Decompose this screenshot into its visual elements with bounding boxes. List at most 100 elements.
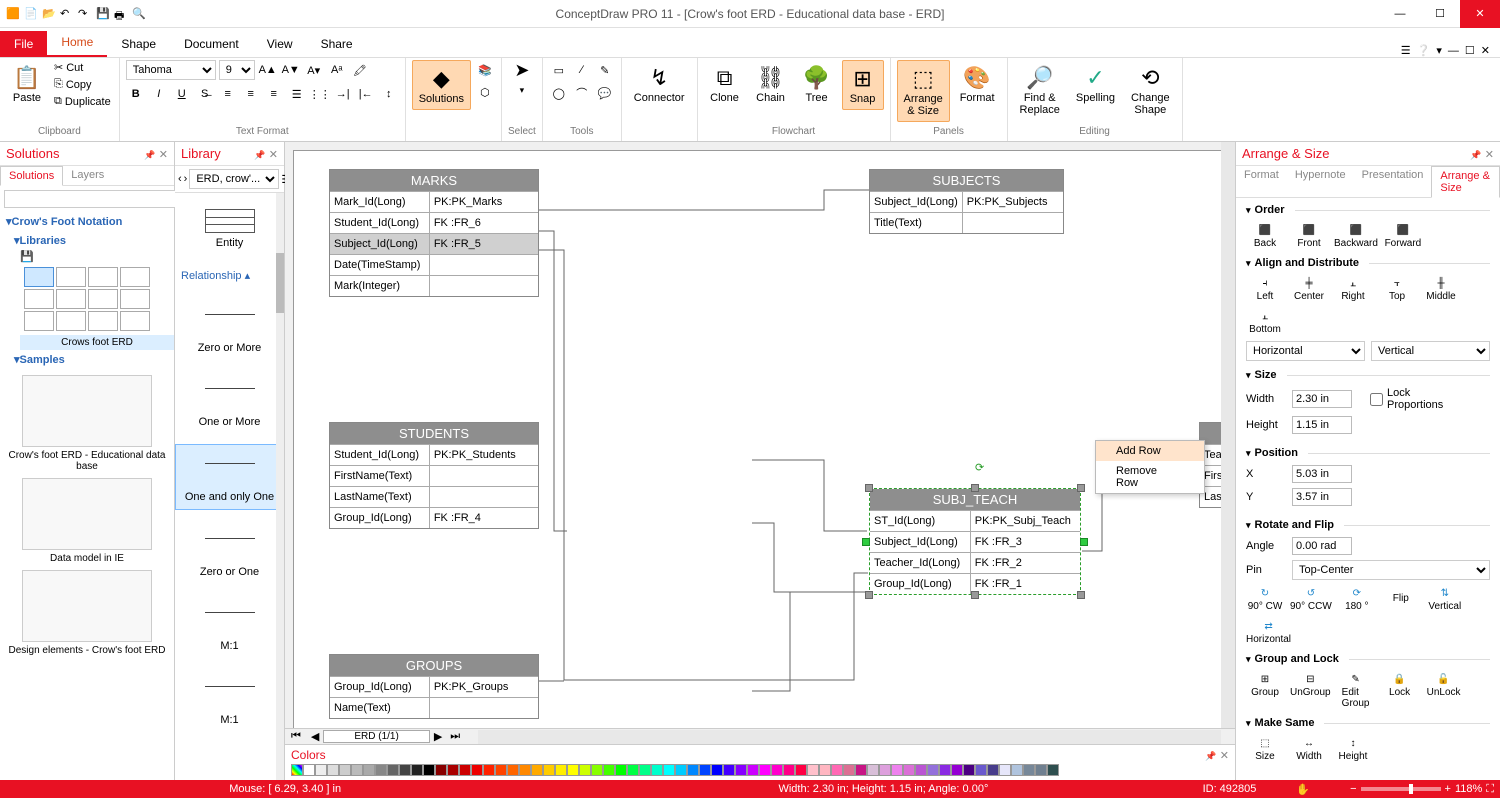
vertical-scrollbar[interactable] <box>1221 142 1235 728</box>
zero-or-one-stencil[interactable]: Zero or One <box>175 520 284 584</box>
tab-shape[interactable]: Shape <box>107 31 170 57</box>
duplicate-button[interactable]: ⧉Duplicate <box>52 94 113 109</box>
group-button[interactable]: ⊞Group <box>1246 671 1284 709</box>
color-swatch[interactable] <box>1011 764 1023 776</box>
bring-front-button[interactable]: ⬛Front <box>1290 222 1328 249</box>
resize-handle[interactable] <box>1077 591 1085 599</box>
presentation-tab[interactable]: Presentation <box>1354 166 1432 197</box>
same-height-button[interactable]: ↕Height <box>1334 735 1372 762</box>
color-swatch[interactable] <box>1047 764 1059 776</box>
color-swatch[interactable] <box>567 764 579 776</box>
color-swatch[interactable] <box>783 764 795 776</box>
order-section[interactable]: Order <box>1246 204 1490 216</box>
rotate-180-button[interactable]: ⟳180 ° <box>1338 585 1376 612</box>
same-size-button[interactable]: ⬚Size <box>1246 735 1284 762</box>
pin-icon[interactable]: 📌 <box>1205 751 1216 761</box>
samples-item[interactable]: ▾ Samples <box>0 350 174 369</box>
ungroup-button[interactable]: ⊟UnGroup <box>1290 671 1331 709</box>
unlock-button[interactable]: 🔓UnLock <box>1425 671 1463 709</box>
lib-thumb[interactable] <box>88 267 118 287</box>
lib-thumb[interactable] <box>56 267 86 287</box>
arrange-size-tab[interactable]: Arrange & Size <box>1431 166 1500 198</box>
zoom-in-icon[interactable]: + <box>1445 783 1451 795</box>
lib-thumb[interactable] <box>56 289 86 309</box>
text-tool-icon[interactable]: 💬 <box>595 83 615 103</box>
qat-open-icon[interactable]: 📂 <box>42 7 56 21</box>
first-sheet-icon[interactable]: ⏮ <box>285 730 307 743</box>
font-family-combo[interactable]: Tahoma <box>126 60 216 80</box>
solutions-tab[interactable]: Solutions <box>0 166 63 186</box>
help-icon[interactable]: ❔ <box>1417 44 1431 57</box>
lock-button[interactable]: 🔒Lock <box>1381 671 1419 709</box>
save-lib-icon[interactable]: 💾 <box>20 251 34 263</box>
ribbon-menu-icon[interactable]: ☰ <box>1401 44 1411 57</box>
color-swatch[interactable] <box>987 764 999 776</box>
sample-item[interactable]: Design elements - Crow's foot ERD <box>4 570 170 656</box>
maximize-button[interactable]: ☐ <box>1420 0 1460 28</box>
zoom-value[interactable]: 118% <box>1455 783 1482 795</box>
minimize-button[interactable]: — <box>1380 0 1420 28</box>
rotate-ccw-button[interactable]: ↺90° CCW <box>1290 585 1332 612</box>
resize-handle[interactable] <box>971 484 979 492</box>
solutions-search-input[interactable] <box>4 190 183 208</box>
close-panel-icon[interactable]: ✕ <box>1485 149 1494 161</box>
distribute-vertical-combo[interactable]: Vertical <box>1371 341 1490 361</box>
font-color-icon[interactable]: A▾ <box>304 60 324 80</box>
one-and-only-one-stencil[interactable]: One and only One <box>175 444 284 510</box>
color-picker-icon[interactable] <box>291 764 303 776</box>
color-swatch[interactable] <box>627 764 639 776</box>
m-1-stencil-2[interactable]: M:1 <box>175 668 284 732</box>
qat-new-icon[interactable]: 📄 <box>24 7 38 21</box>
collapse-ribbon-icon[interactable]: ▾ <box>1436 44 1442 57</box>
valign-icon[interactable]: ☰ <box>287 84 307 104</box>
qat-print-icon[interactable]: 🖶 <box>114 7 128 21</box>
indent-icon[interactable]: →| <box>333 84 353 104</box>
pin-icon[interactable]: 📌 <box>254 150 265 160</box>
tab-home[interactable]: Home <box>47 29 107 57</box>
lib-thumb[interactable] <box>24 311 54 331</box>
bullets-icon[interactable]: ⋮⋮ <box>310 84 330 104</box>
connector-button[interactable]: ↯ Connector <box>628 60 691 108</box>
color-swatch[interactable] <box>651 764 663 776</box>
align-top-button[interactable]: ⫟Top <box>1378 275 1416 302</box>
crows-foot-notation-item[interactable]: ▾ Crow's Foot Notation <box>0 212 174 231</box>
pin-icon[interactable]: 📌 <box>144 150 155 160</box>
underline-icon[interactable]: U <box>172 84 192 104</box>
make-same-section[interactable]: Make Same <box>1246 717 1490 729</box>
align-left-button[interactable]: ⫞Left <box>1246 275 1284 302</box>
color-swatch[interactable] <box>759 764 771 776</box>
align-left-icon[interactable]: ≡ <box>218 84 238 104</box>
color-swatch[interactable] <box>1035 764 1047 776</box>
color-swatch[interactable] <box>699 764 711 776</box>
color-swatch[interactable] <box>711 764 723 776</box>
rotate-handle-icon[interactable]: ⟳ <box>975 461 984 474</box>
sample-item[interactable]: Crow's foot ERD - Educational data base <box>4 375 170 472</box>
color-swatch[interactable] <box>447 764 459 776</box>
clone-button[interactable]: ⧉Clone <box>704 60 746 108</box>
color-swatch[interactable] <box>975 764 987 776</box>
y-input[interactable]: 3.57 in <box>1292 488 1352 506</box>
align-section[interactable]: Align and Distribute <box>1246 257 1490 269</box>
color-swatch[interactable] <box>735 764 747 776</box>
scrollbar[interactable] <box>276 193 284 780</box>
library-icon[interactable]: 📚 <box>475 60 495 80</box>
mdi-close-icon[interactable]: ✕ <box>1481 44 1490 57</box>
lib-thumb[interactable] <box>24 267 54 287</box>
color-swatch[interactable] <box>807 764 819 776</box>
canvas[interactable]: MARKS Mark_Id(Long)PK:PK_Marks Student_I… <box>293 150 1227 736</box>
erd-marks[interactable]: MARKS Mark_Id(Long)PK:PK_Marks Student_I… <box>329 169 539 297</box>
color-swatch[interactable] <box>819 764 831 776</box>
color-swatch[interactable] <box>555 764 567 776</box>
decrease-font-icon[interactable]: A▼ <box>281 60 301 80</box>
color-swatch[interactable] <box>387 764 399 776</box>
libraries-item[interactable]: ▾ Libraries <box>0 231 174 250</box>
height-input[interactable]: 1.15 in <box>1292 416 1352 434</box>
cursor-icon[interactable]: ➤ <box>514 60 529 81</box>
resize-handle[interactable] <box>1077 484 1085 492</box>
color-swatch[interactable] <box>303 764 315 776</box>
align-center-button[interactable]: ╪Center <box>1290 275 1328 302</box>
arc-tool-icon[interactable]: ⌒ <box>572 83 592 103</box>
tab-view[interactable]: View <box>253 31 307 57</box>
format-button[interactable]: 🎨Format <box>954 60 1001 108</box>
color-swatch[interactable] <box>495 764 507 776</box>
